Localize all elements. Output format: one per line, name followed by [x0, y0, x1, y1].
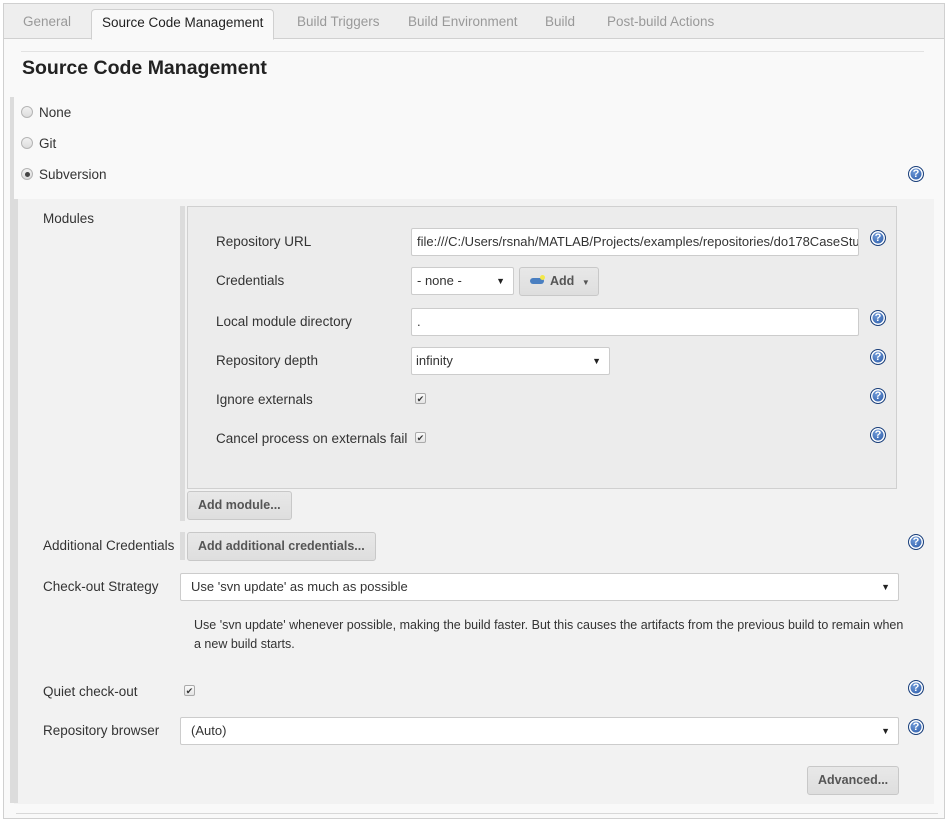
local-module-directory-label: Local module directory [216, 314, 352, 329]
checkout-strategy-label: Check-out Strategy [43, 579, 159, 594]
checkout-strategy-selected: Use 'svn update' as much as possible [191, 579, 408, 594]
add-additional-credentials-button[interactable]: Add additional credentials... [187, 532, 376, 561]
help-icon[interactable]: ? [870, 310, 886, 326]
tab-bar: General Source Code Management Build Tri… [4, 4, 944, 40]
radio-git[interactable] [21, 137, 33, 149]
tab-build-environment[interactable]: Build Environment [398, 9, 528, 40]
dropdown-arrow-icon: ▼ [496, 276, 505, 286]
scm-option-subversion[interactable]: Subversion [21, 165, 107, 185]
caret-down-icon: ▼ [581, 278, 590, 287]
cancel-process-label: Cancel process on externals fail [216, 431, 408, 446]
repository-depth-label: Repository depth [216, 353, 319, 368]
credentials-select[interactable]: - none - ▼ [411, 267, 514, 295]
tab-build[interactable]: Build [535, 9, 585, 40]
checkout-strategy-description: Use 'svn update' whenever possible, maki… [194, 618, 904, 651]
help-icon[interactable]: ? [908, 166, 924, 182]
ignore-externals-checkbox[interactable]: ✔ [415, 393, 426, 404]
checkout-strategy-select[interactable]: Use 'svn update' as much as possible ▼ [180, 573, 899, 601]
quiet-checkout-label: Quiet check-out [43, 684, 138, 699]
modules-bar [180, 206, 185, 521]
cancel-process-checkbox[interactable]: ✔ [415, 432, 426, 443]
scm-option-label: Git [39, 136, 57, 151]
help-icon[interactable]: ? [870, 349, 886, 365]
help-icon[interactable]: ? [870, 427, 886, 443]
repository-browser-label: Repository browser [43, 723, 160, 738]
repository-browser-selected: (Auto) [191, 723, 227, 738]
credentials-label: Credentials [216, 273, 285, 288]
svn-left-bar [14, 199, 18, 803]
repository-browser-select[interactable]: (Auto) ▼ [180, 717, 899, 745]
tab-post-build-actions[interactable]: Post-build Actions [597, 9, 724, 40]
section-divider [21, 51, 924, 52]
dropdown-arrow-icon: ▼ [592, 356, 601, 366]
radio-subversion[interactable] [21, 168, 33, 180]
additional-credentials-label: Additional Credentials [43, 538, 175, 553]
advanced-button[interactable]: Advanced... [807, 766, 900, 795]
tab-source-code-management[interactable]: Source Code Management [91, 9, 275, 40]
repository-depth-selected: infinity [416, 353, 453, 368]
help-icon[interactable]: ? [908, 534, 924, 550]
scm-option-label: None [39, 105, 72, 120]
credentials-add-button[interactable]: Add ▼ [519, 267, 599, 296]
local-module-directory-input[interactable]: . [411, 308, 859, 336]
dropdown-arrow-icon: ▼ [881, 582, 890, 592]
help-icon[interactable]: ? [908, 719, 924, 735]
quiet-checkout-checkbox[interactable]: ✔ [184, 685, 195, 696]
repository-url-input[interactable]: file:///C:/Users/rsnah/MATLAB/Projects/e… [411, 228, 859, 256]
modules-label: Modules [43, 211, 95, 226]
help-icon[interactable]: ? [870, 388, 886, 404]
ignore-externals-label: Ignore externals [216, 392, 313, 407]
credentials-bar [180, 532, 185, 560]
repository-url-label: Repository URL [216, 234, 312, 249]
help-icon[interactable]: ? [908, 680, 924, 696]
scm-option-label: Subversion [39, 167, 107, 182]
scm-option-git[interactable]: Git [21, 134, 56, 154]
help-icon[interactable]: ? [870, 230, 886, 246]
scm-option-none[interactable]: None [21, 103, 71, 123]
tab-build-triggers[interactable]: Build Triggers [287, 9, 390, 40]
key-icon [530, 275, 545, 284]
section-title: Source Code Management [22, 57, 267, 79]
bottom-divider [16, 813, 938, 814]
radio-none[interactable] [21, 106, 33, 118]
add-label: Add [550, 274, 575, 288]
add-module-button[interactable]: Add module... [187, 491, 292, 520]
credentials-selected: - none - [417, 273, 462, 288]
tab-general[interactable]: General [13, 9, 81, 40]
dropdown-arrow-icon: ▼ [881, 726, 890, 736]
repository-depth-select[interactable]: infinity ▼ [411, 347, 610, 375]
